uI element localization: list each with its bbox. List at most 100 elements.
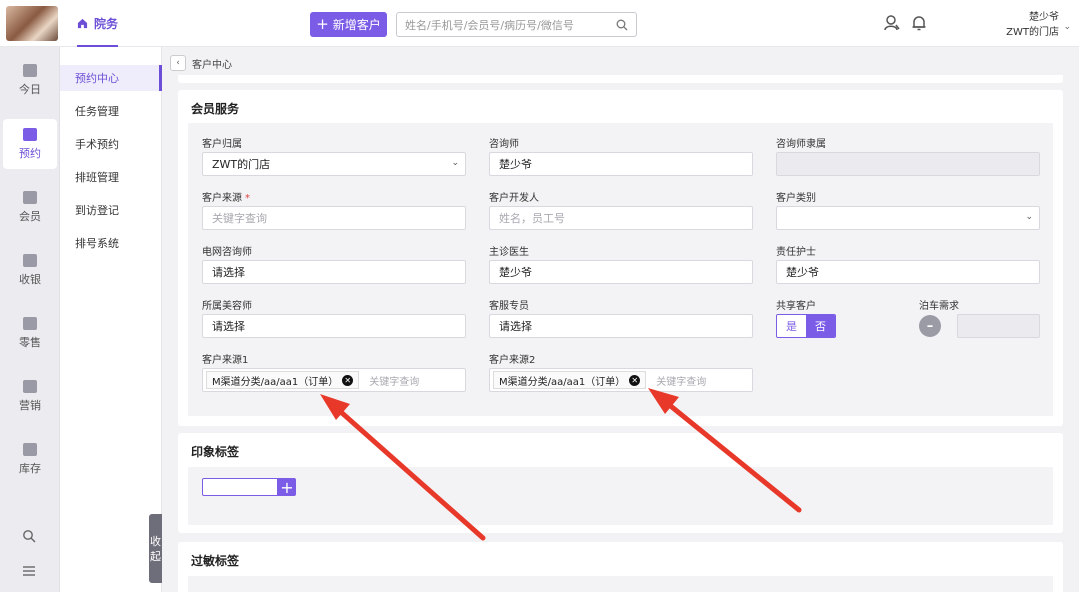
rail-item-member[interactable]: 会员 [0, 182, 60, 232]
source2-placeholder: 关键字查询 [656, 376, 707, 388]
shared-no-option[interactable]: 否 [806, 315, 835, 337]
online-consultant-label: 电网咨询师 [202, 247, 252, 258]
back-chevron-icon[interactable]: ‹ [170, 55, 186, 71]
shared-yes-option[interactable]: 是 [777, 315, 806, 337]
source1-tag-input[interactable]: M渠道分类/aa/aa1（订单） ✕ 关键字查询 [202, 368, 466, 392]
inventory-box-icon [23, 442, 37, 456]
shared-customer-label: 共享客户 [776, 301, 816, 312]
rail-item-inventory[interactable]: 库存 [0, 434, 60, 484]
collapse-sidebar-button[interactable]: 收 起 [149, 514, 162, 583]
customer-owner-label: 客户归属 [202, 139, 242, 150]
menu-icon[interactable] [22, 565, 36, 577]
nav-tab-hospital-affairs[interactable]: 院务 [77, 0, 119, 47]
developer-input[interactable]: 姓名，员工号 [489, 206, 753, 230]
source2-label: 客户来源2 [489, 355, 536, 366]
chevron-down-icon: ⌄ [1025, 212, 1033, 222]
nurse-label: 责任护士 [776, 247, 816, 258]
subnav-item-appointment-center[interactable]: 预约中心 [60, 65, 162, 91]
new-customer-button[interactable]: + 新增客户 [310, 12, 387, 37]
rail-label: 营销 [19, 398, 41, 412]
main-content: ‹ 客户中心 会员服务 客户归属 ZWT的门店 ⌄ 咨询师 楚少爷 咨询师隶属 … [162, 47, 1079, 592]
beautician-label: 所属美容师 [202, 301, 252, 312]
store-name: ZWT的门店 [1006, 27, 1059, 38]
doctor-label: 主诊医生 [489, 247, 529, 258]
current-user[interactable]: 楚少爷 ZWT的门店 [1006, 10, 1059, 40]
marketing-icon [23, 379, 37, 393]
subnav-item-task-management[interactable]: 任务管理 [60, 98, 162, 124]
subnav-item-queue-system[interactable]: 排号系统 [60, 230, 162, 256]
new-customer-label: 新增客户 [332, 18, 381, 32]
parking-switch[interactable]: – [919, 315, 941, 337]
calendar-today-icon [23, 63, 37, 77]
customer-source-label: 客户来源 * [202, 189, 250, 204]
rail-item-today[interactable]: 今日 [0, 55, 60, 105]
member-service-panel: 客户归属 ZWT的门店 ⌄ 咨询师 楚少爷 咨询师隶属 客户来源 * 关键字查询 … [188, 123, 1053, 416]
source2-tag-text: M渠道分类/aa/aa1（订单） [499, 376, 626, 388]
consultant-label: 咨询师 [489, 139, 519, 150]
chevron-down-icon: ⌄ [451, 158, 459, 168]
notification-bell-icon[interactable] [910, 14, 928, 32]
online-consultant-select[interactable]: 请选择 [202, 260, 466, 284]
rail-item-appointment[interactable]: 预约 [3, 119, 57, 169]
beautician-select[interactable]: 请选择 [202, 314, 466, 338]
nav-tab-label: 院务 [94, 17, 119, 31]
allergy-tags-card: 过敏标签 [178, 542, 1063, 592]
cashier-icon [23, 253, 37, 267]
customer-owner-select[interactable]: ZWT的门店 ⌄ [202, 152, 466, 176]
search-icon[interactable] [616, 19, 628, 31]
customer-category-label: 客户类别 [776, 193, 816, 204]
shared-customer-toggle: 是 否 [776, 314, 836, 338]
source1-label: 客户来源1 [202, 355, 249, 366]
customer-category-select[interactable]: ⌄ [776, 206, 1040, 230]
consultant-field[interactable]: 楚少爷 [489, 152, 753, 176]
breadcrumb: ‹ 客户中心 [170, 55, 232, 71]
subnav-item-shift-management[interactable]: 排班管理 [60, 164, 162, 190]
consultant-dept-label: 咨询师隶属 [776, 139, 826, 150]
impression-tags-card: 印象标签 + [178, 433, 1063, 533]
member-service-card: 会员服务 客户归属 ZWT的门店 ⌄ 咨询师 楚少爷 咨询师隶属 客户来源 * 关… [178, 90, 1063, 426]
home-icon [77, 18, 88, 29]
rail-label: 预约 [19, 146, 41, 160]
customer-source-label-text: 客户来源 [202, 193, 242, 204]
main-nav-rail: 今日 预约 会员 收银 零售 营销 库存 [0, 47, 60, 592]
appointment-icon [23, 127, 37, 141]
cs-label: 客服专员 [489, 301, 529, 312]
rail-item-cashier[interactable]: 收银 [0, 245, 60, 295]
remove-tag-icon[interactable]: ✕ [342, 374, 354, 386]
nurse-field[interactable]: 楚少爷 [776, 260, 1040, 284]
search-placeholder: 姓名/手机号/会员号/病历号/微信号 [405, 18, 574, 32]
retail-bag-icon [23, 316, 37, 330]
section-title: 过敏标签 [191, 554, 240, 568]
required-asterisk-icon: * [245, 193, 250, 204]
search-icon[interactable] [22, 529, 36, 543]
chevron-down-icon[interactable]: ⌄ [1063, 22, 1071, 32]
subnav-item-visit-register[interactable]: 到访登记 [60, 197, 162, 223]
rail-label: 今日 [19, 82, 41, 96]
cs-select[interactable]: 请选择 [489, 314, 753, 338]
previous-section-card [178, 75, 1063, 83]
source2-tag-input[interactable]: M渠道分类/aa/aa1（订单） ✕ 关键字查询 [489, 368, 753, 392]
member-icon [23, 190, 37, 204]
customer-search-input[interactable]: 姓名/手机号/会员号/病历号/微信号 [396, 12, 637, 37]
collapse-label-1: 收 [150, 534, 161, 548]
collapse-label-2: 起 [150, 549, 161, 563]
breadcrumb-label: 客户中心 [192, 59, 232, 71]
rail-item-retail[interactable]: 零售 [0, 308, 60, 358]
remove-tag-icon[interactable]: ✕ [629, 374, 641, 386]
section-title: 会员服务 [191, 102, 240, 116]
user-profile-icon[interactable] [883, 14, 901, 32]
subnav-item-surgery-appointment[interactable]: 手术预约 [60, 131, 162, 157]
consultant-dept-field [776, 152, 1040, 176]
section-title: 印象标签 [191, 445, 240, 459]
rail-label: 会员 [19, 209, 41, 223]
source1-tag-text: M渠道分类/aa/aa1（订单） [212, 376, 339, 388]
store-avatar[interactable] [6, 6, 58, 41]
doctor-field[interactable]: 楚少爷 [489, 260, 753, 284]
source2-tag: M渠道分类/aa/aa1（订单） ✕ [493, 371, 647, 389]
add-tag-button[interactable]: + [278, 478, 296, 497]
rail-item-marketing[interactable]: 营销 [0, 371, 60, 421]
impression-tag-input[interactable] [202, 478, 278, 496]
rail-label: 库存 [19, 461, 41, 475]
customer-source-input[interactable]: 关键字查询 [202, 206, 466, 230]
sub-nav: 预约中心 任务管理 手术预约 排班管理 到访登记 排号系统 [60, 47, 162, 592]
